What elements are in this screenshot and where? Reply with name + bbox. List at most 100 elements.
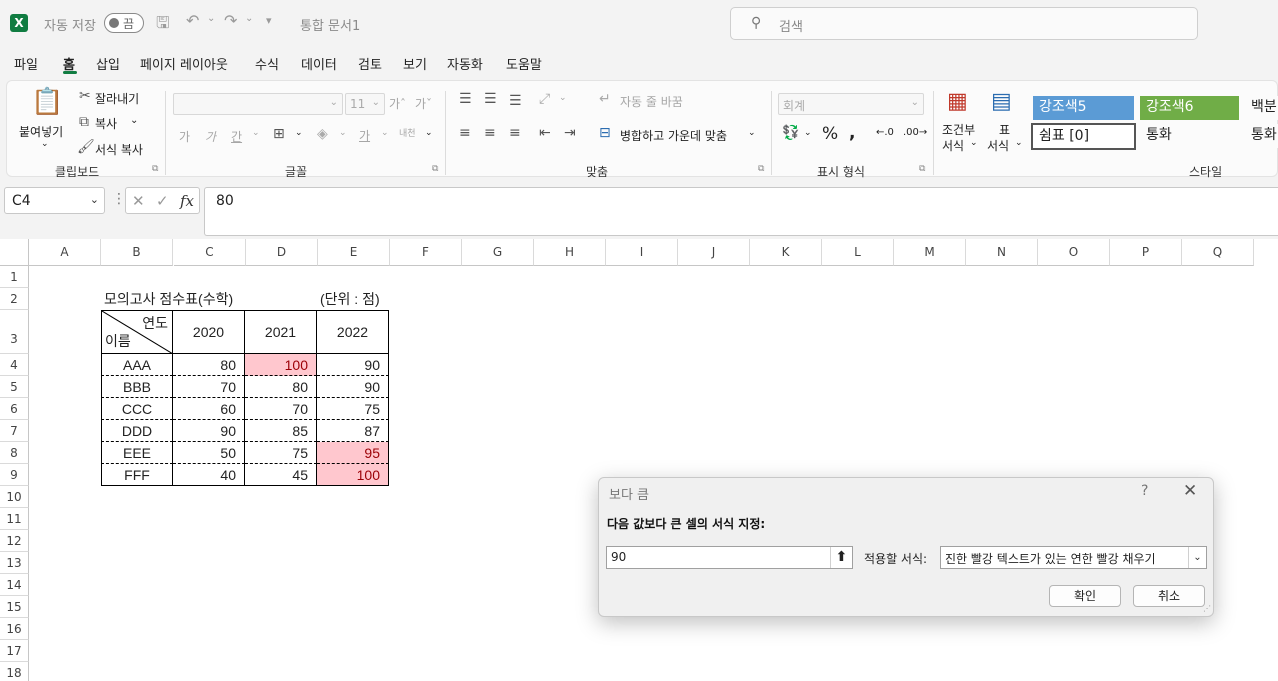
row-header-17[interactable]: 17	[0, 640, 29, 662]
row-header-14[interactable]: 14	[0, 574, 29, 596]
conditional-format-line1[interactable]: 조건부	[942, 121, 975, 138]
format-as-table-icon[interactable]: ▤	[991, 89, 1012, 114]
underline-button[interactable]: 간	[231, 128, 242, 145]
year-header-cell[interactable]: 2020	[173, 310, 245, 354]
font-name-combo[interactable]: ⌄	[173, 93, 343, 115]
row-header-4[interactable]: 4	[0, 354, 29, 376]
menu-item-8[interactable]: 자동화	[447, 54, 483, 73]
font-color-dropdown-icon[interactable]: ⌄	[381, 128, 389, 138]
format-painter-button[interactable]: 서식 복사	[95, 141, 143, 158]
row-header-9[interactable]: 9	[0, 464, 29, 486]
bold-button[interactable]: 가	[179, 128, 190, 145]
row-header-5[interactable]: 5	[0, 376, 29, 398]
save-icon[interactable]: 🖫	[156, 12, 170, 39]
score-cell[interactable]: 70	[245, 398, 317, 420]
enter-icon[interactable]: ✓	[156, 192, 169, 210]
column-header-f[interactable]: F	[390, 239, 462, 266]
merge-center-icon[interactable]: ⊟	[599, 125, 611, 141]
score-cell[interactable]: 90	[173, 420, 245, 442]
increase-indent-icon[interactable]: ⇥	[564, 125, 576, 141]
redo-icon[interactable]: ↷	[224, 11, 237, 30]
merge-center-button[interactable]: 병합하고 가운데 맞춤	[620, 127, 727, 144]
conditional-format-icon[interactable]: ▦	[947, 89, 968, 114]
align-middle-icon[interactable]: ☰	[484, 91, 497, 107]
cell-style-accent5[interactable]: 강조색5	[1033, 96, 1134, 120]
column-header-o[interactable]: O	[1038, 239, 1110, 266]
column-header-p[interactable]: P	[1110, 239, 1182, 266]
name-cell[interactable]: FFF	[101, 464, 173, 486]
format-as-table-line1[interactable]: 표	[999, 121, 1010, 138]
row-header-15[interactable]: 15	[0, 596, 29, 618]
score-cell[interactable]: 50	[173, 442, 245, 464]
accounting-dropdown-icon[interactable]: ⌄	[804, 128, 812, 138]
menu-item-5[interactable]: 데이터	[301, 54, 337, 73]
conditional-format-line2[interactable]: 서식	[942, 137, 964, 154]
row-header-11[interactable]: 11	[0, 508, 29, 530]
cancel-button[interactable]: 취소	[1133, 585, 1205, 607]
menu-item-6[interactable]: 검토	[358, 54, 382, 73]
paste-dropdown-icon[interactable]: ⌄	[41, 139, 49, 149]
name-cell[interactable]: EEE	[101, 442, 173, 464]
column-header-e[interactable]: E	[318, 239, 390, 266]
column-header-h[interactable]: H	[534, 239, 606, 266]
paste-icon[interactable]: 📋	[31, 87, 63, 117]
underline-dropdown-icon[interactable]: ⌄	[252, 128, 260, 138]
format-select[interactable]: 진한 빨강 텍스트가 있는 연한 빨강 채우기 ⌄	[940, 546, 1207, 569]
name-cell[interactable]: DDD	[101, 420, 173, 442]
column-header-c[interactable]: C	[174, 239, 246, 266]
sheet-title[interactable]: 모의고사 점수표(수학)	[104, 289, 233, 309]
menu-item-2[interactable]: 삽입	[96, 54, 120, 73]
align-left-icon[interactable]: ≡	[459, 125, 471, 141]
name-cell[interactable]: AAA	[101, 354, 173, 376]
column-header-l[interactable]: L	[822, 239, 894, 266]
undo-dropdown-icon[interactable]: ⌄	[207, 13, 215, 24]
search-box[interactable]: ⚲ 검색	[730, 7, 1198, 40]
cut-icon[interactable]: ✂	[79, 88, 91, 104]
paste-button[interactable]: 붙여넣기	[19, 123, 63, 140]
fill-dropdown-icon[interactable]: ⌄	[339, 128, 347, 138]
menu-item-4[interactable]: 수식	[255, 54, 279, 73]
decrease-indent-icon[interactable]: ⇤	[539, 125, 551, 141]
row-header-3[interactable]: 3	[0, 310, 29, 354]
menu-item-9[interactable]: 도움말	[506, 54, 542, 73]
wrap-text-button[interactable]: 자동 줄 바꿈	[620, 93, 683, 110]
score-cell[interactable]: 80	[245, 376, 317, 398]
row-header-1[interactable]: 1	[0, 266, 29, 288]
wrap-text-icon[interactable]: ↵	[599, 91, 611, 107]
menu-item-3[interactable]: 페이지 레이아웃	[140, 54, 228, 73]
customize-qat-icon[interactable]: ▾	[266, 14, 272, 27]
column-header-m[interactable]: M	[894, 239, 966, 266]
name-cell[interactable]: CCC	[101, 398, 173, 420]
format-as-table-line2[interactable]: 서식	[987, 137, 1009, 154]
align-top-icon[interactable]: ☰	[459, 91, 472, 107]
font-shrink-icon[interactable]: 가ˇ	[415, 95, 432, 112]
font-grow-icon[interactable]: 가ˆ	[389, 95, 406, 112]
row-header-8[interactable]: 8	[0, 442, 29, 464]
copy-icon[interactable]: ⧉	[79, 114, 89, 130]
score-cell[interactable]: 100	[317, 464, 389, 486]
row-header-13[interactable]: 13	[0, 552, 29, 574]
number-format-combo[interactable]: 회계 ⌄	[778, 93, 924, 115]
increase-decimal-icon[interactable]: ←.0	[876, 127, 894, 138]
score-cell[interactable]: 80	[173, 354, 245, 376]
column-header-d[interactable]: D	[246, 239, 318, 266]
row-header-6[interactable]: 6	[0, 398, 29, 420]
merge-dropdown-icon[interactable]: ⌄	[748, 128, 756, 138]
column-header-g[interactable]: G	[462, 239, 534, 266]
cell-style-currency[interactable]: 통화	[1140, 124, 1239, 148]
score-cell[interactable]: 70	[173, 376, 245, 398]
copy-button[interactable]: 복사	[95, 115, 117, 132]
percent-style-icon[interactable]: %	[822, 124, 838, 144]
fill-color-icon[interactable]: ◈	[317, 126, 328, 142]
cut-button[interactable]: 잘라내기	[95, 90, 139, 107]
cell-style-comma0[interactable]: 쉼표 [0]	[1031, 123, 1136, 150]
name-box[interactable]: C4 ⌄	[4, 187, 105, 214]
formula-input[interactable]: 80	[204, 187, 1278, 236]
column-header-a[interactable]: A	[29, 239, 101, 266]
phonetic-dropdown-icon[interactable]: ⌄	[425, 128, 433, 138]
cell-style-currency0[interactable]: 통화	[1245, 124, 1278, 148]
orientation-dropdown-icon[interactable]: ⌄	[559, 93, 567, 103]
border-dropdown-icon[interactable]: ⌄	[295, 128, 303, 138]
cell-style-accent6[interactable]: 강조색6	[1140, 96, 1239, 120]
comma-style-icon[interactable]: ,	[849, 123, 855, 143]
